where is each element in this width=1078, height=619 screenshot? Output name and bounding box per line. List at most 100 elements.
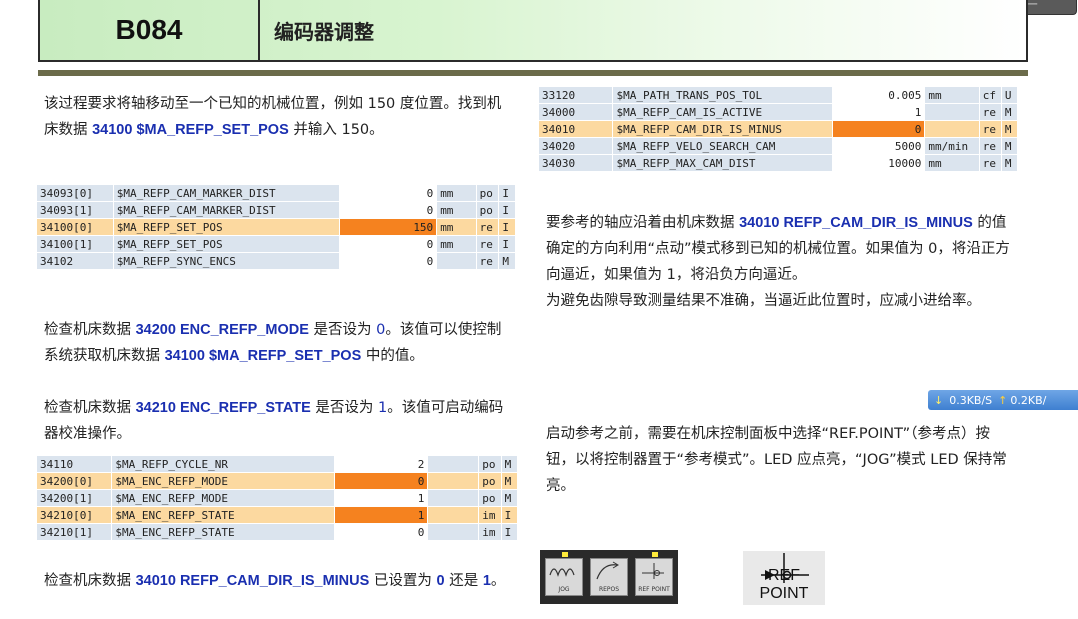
ref-point-label: REF POINT (759, 567, 809, 602)
repos-curve-icon (596, 561, 619, 580)
network-speed-bar: ↓ 0.3KB/S ↑ 0.2KB/ (928, 390, 1078, 410)
machine-data-table-refp-pos: 34093[0] $MA_REFP_CAM_MARKER_DIST 0 mm po I 34… (36, 184, 516, 270)
text: 为避免齿隙导致测量结果不准确，当逼近此位置时，应减小进给率。 (546, 293, 981, 309)
md-name-cell: $MA_REFP_SET_POS (112, 218, 340, 236)
md-value-cell: 1 (333, 506, 429, 524)
md-unit-cell: mm/min (924, 137, 980, 155)
md-level-cell: M (1000, 120, 1019, 138)
md-unit-cell: mm (436, 235, 477, 253)
section-code: B084 (40, 0, 260, 60)
table-row: 34200[1] $MA_ENC_REFP_MODE 1 po M (35, 489, 519, 507)
repos-button[interactable]: REPOS (590, 558, 628, 596)
button-label: REPOS (598, 586, 620, 593)
text: 是否设为 (308, 322, 377, 338)
md-value-cell: 0 (338, 201, 438, 219)
md-attr-cell: re (475, 218, 500, 236)
md-id-cell: 34093[1] (36, 201, 114, 219)
md-name-cell: $MA_PATH_TRANS_POS_TOL (612, 86, 833, 104)
md-id-cell: 34200[1] (35, 489, 113, 507)
ref-point-led (652, 552, 658, 557)
text: 检查机床数据 (44, 322, 136, 338)
md-value-cell: 0.005 (831, 86, 926, 104)
upload-arrow-icon: ↑ (998, 393, 1008, 407)
md-level-cell: M (1000, 137, 1019, 155)
md-name-cell: $MA_REFP_SET_POS (112, 235, 340, 253)
md-unit-cell (427, 489, 480, 507)
text: 还是 (444, 573, 483, 589)
md-id-cell: 34010 (537, 120, 614, 138)
md-id-cell: 34100[0] (36, 218, 114, 236)
value: 1 (377, 400, 388, 416)
jog-led (562, 552, 568, 557)
md-value-cell: 150 (338, 218, 438, 236)
md-level-cell: I (498, 201, 516, 219)
md-id-cell: 34100[1] (36, 235, 114, 253)
md-attr-cell: im (478, 506, 502, 524)
paragraph-jog-direction: 要参考的轴应沿着由机床数据 34010 REFP_CAM_DIR_IS_MINU… (546, 210, 1016, 314)
md-name-cell: $MA_ENC_REFP_STATE (111, 523, 335, 541)
md-attr-cell: cf (978, 86, 1002, 104)
md-attr-cell: re (978, 154, 1002, 172)
md-value-cell: 5000 (831, 137, 926, 155)
md-unit-cell (924, 103, 980, 121)
md-value-cell: 0 (333, 472, 429, 490)
md-attr-cell: re (475, 252, 500, 270)
text: 是否设为 (310, 400, 378, 416)
jog-button[interactable]: JOG (545, 558, 583, 596)
table-row: 34000 $MA_REFP_CAM_IS_ACTIVE 1 re M (537, 103, 1019, 121)
md-level-cell: I (498, 218, 516, 236)
md-attr-cell: po (478, 472, 502, 490)
md-id-cell: 34020 (537, 137, 614, 155)
table-row: 34102 $MA_REFP_SYNC_ENCS 0 re M (36, 252, 516, 270)
download-speed: 0.3KB/S (949, 393, 993, 407)
table-row: 33120 $MA_PATH_TRANS_POS_TOL 0.005 mm cf U (537, 86, 1019, 104)
md-attr-cell: po (478, 455, 502, 473)
md-value-cell: 10000 (831, 154, 926, 172)
md-id-cell: 34102 (36, 252, 114, 270)
md-id-cell: 34210[0] (35, 506, 113, 524)
md-value-cell: 0 (338, 184, 438, 202)
paragraph-ref-point: 启动参考之前，需要在机床控制面板中选择“REF.POINT”（参考点）按钮，以将… (546, 421, 1016, 499)
md-value-cell: 2 (333, 455, 429, 473)
md-key: 34100 $MA_REFP_SET_POS (92, 122, 289, 138)
paragraph-set-pos: 该过程要求将轴移动至一个已知的机械位置，例如 150 度位置。找到机床数据 34… (44, 91, 512, 143)
table-row: 34093[1] $MA_REFP_CAM_MARKER_DIST 0 mm po I (36, 201, 516, 219)
md-id-cell: 34093[0] (36, 184, 114, 202)
md-attr-cell: po (475, 184, 500, 202)
md-name-cell: $MA_REFP_CYCLE_NR (111, 455, 335, 473)
value: 1 (482, 573, 491, 589)
table-row: 34093[0] $MA_REFP_CAM_MARKER_DIST 0 mm po I (36, 184, 516, 202)
md-name-cell: $MA_REFP_CAM_IS_ACTIVE (612, 103, 833, 121)
md-attr-cell: re (978, 103, 1002, 121)
md-id-cell: 34000 (537, 103, 614, 121)
table-row: 34010 $MA_REFP_CAM_DIR_IS_MINUS 0 re M (537, 120, 1019, 138)
md-name-cell: $MA_REFP_SYNC_ENCS (112, 252, 340, 270)
md-unit-cell: mm (924, 86, 980, 104)
md-unit-cell: mm (436, 201, 477, 219)
md-attr-cell: im (478, 523, 502, 541)
table-row: 34020 $MA_REFP_VELO_SEARCH_CAM 5000 mm/min r… (537, 137, 1019, 155)
button-label: JOG (558, 586, 570, 593)
md-attr-cell: re (978, 120, 1002, 138)
md-unit-cell: mm (436, 218, 477, 236)
md-level-cell: M (1000, 154, 1019, 172)
md-value-cell: 0 (333, 523, 429, 541)
md-key: 34010 REFP_CAM_DIR_IS_MINUS (135, 573, 370, 589)
table-row: 34030 $MA_REFP_MAX_CAM_DIST 10000 mm re M (537, 154, 1019, 172)
ref-point-button[interactable]: REF POINT (635, 558, 673, 596)
md-unit-cell (427, 472, 480, 490)
md-id-cell: 34110 (35, 455, 113, 473)
page-header: B084 编码器调整 (38, 0, 1028, 62)
button-label: REF POINT (638, 586, 670, 593)
download-arrow-icon: ↓ (934, 393, 944, 407)
md-value-cell: 0 (831, 120, 926, 138)
md-level-cell: I (500, 523, 519, 541)
text: 要参考的轴应沿着由机床数据 (546, 215, 740, 231)
ref-point-symbol: REF POINT (743, 551, 825, 605)
jog-wave-icon (549, 568, 575, 577)
md-level-cell: M (500, 489, 519, 507)
md-name-cell: $MA_ENC_REFP_MODE (111, 489, 335, 507)
text: 已设置为 (369, 573, 437, 589)
md-level-cell: M (1000, 103, 1019, 121)
md-name-cell: $MA_REFP_CAM_MARKER_DIST (112, 184, 340, 202)
